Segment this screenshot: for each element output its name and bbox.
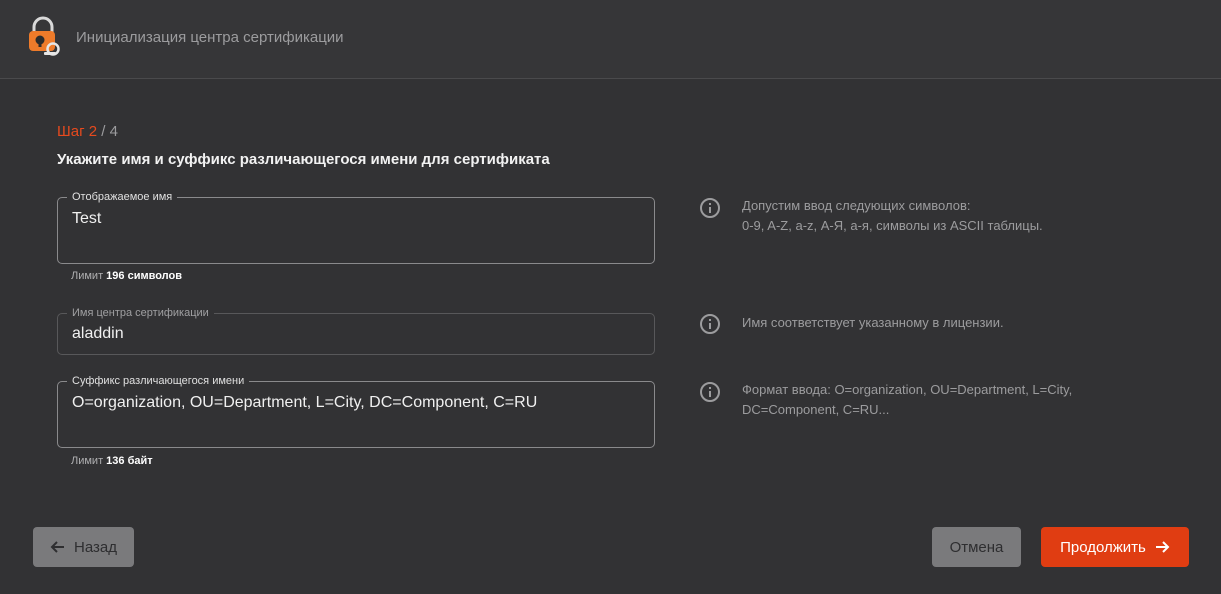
info-circle-icon (700, 198, 720, 218)
dn-suffix-limit: Лимит 136 байт (71, 455, 153, 467)
arrow-left-icon (50, 541, 64, 553)
ca-name-value: aladdin (72, 325, 124, 342)
hint-line: Формат ввода: O=organization, OU=Departm… (742, 382, 1073, 397)
hint-line: Имя соответствует указанному в лицензии. (742, 315, 1004, 330)
app-header: Инициализация центра сертификации (0, 0, 1221, 79)
dn-suffix-hint: Формат ввода: O=organization, OU=Departm… (742, 380, 1142, 420)
display-name-field[interactable]: Отображаемое имя Test (57, 190, 655, 264)
hint-line: 0-9, A-Z, a-z, А-Я, а-я, символы из ASCI… (742, 218, 1043, 233)
info-circle-icon (700, 314, 720, 334)
limit-value: 196 символов (106, 270, 182, 282)
ca-name-field: Имя центра сертификации aladdin (57, 306, 655, 355)
display-name-hint: Допустим ввод следующих символов: 0-9, A… (742, 196, 1142, 236)
step-indicator: Шаг 2 / 4 (57, 123, 118, 140)
hint-line: Допустим ввод следующих символов: (742, 198, 971, 213)
display-name-value[interactable]: Test (72, 210, 101, 228)
display-name-label: Отображаемое имя (67, 190, 178, 204)
step-current: Шаг 2 (57, 123, 98, 140)
info-circle-icon (700, 382, 720, 402)
page-title: Укажите имя и суффикс различающегося име… (57, 151, 550, 168)
dn-suffix-value[interactable]: O=organization, OU=Department, L=City, D… (72, 394, 537, 412)
dn-suffix-field[interactable]: Суффикс различающегося имени O=organizat… (57, 374, 655, 448)
cancel-button-label: Отмена (949, 538, 1004, 556)
continue-button[interactable]: Продолжить (1041, 527, 1189, 567)
limit-prefix: Лимит (71, 455, 104, 467)
limit-value: 136 байт (106, 455, 153, 467)
ca-name-label: Имя центра сертификации (67, 306, 214, 320)
hint-line: DC=Component, C=RU... (742, 402, 890, 417)
back-button-label: Назад (74, 538, 117, 556)
step-separator: / (97, 123, 110, 140)
continue-button-label: Продолжить (1060, 538, 1146, 556)
back-button[interactable]: Назад (33, 527, 134, 567)
display-name-limit: Лимит 196 символов (71, 270, 182, 282)
limit-prefix: Лимит (71, 270, 104, 282)
padlock-key-logo-icon (29, 16, 60, 56)
app-title: Инициализация центра сертификации (76, 29, 344, 46)
cancel-button[interactable]: Отмена (932, 527, 1021, 567)
step-total: 4 (109, 123, 118, 140)
arrow-right-icon (1155, 541, 1170, 553)
dn-suffix-label: Суффикс различающегося имени (67, 374, 250, 388)
ca-name-hint: Имя соответствует указанному в лицензии. (742, 313, 1142, 333)
